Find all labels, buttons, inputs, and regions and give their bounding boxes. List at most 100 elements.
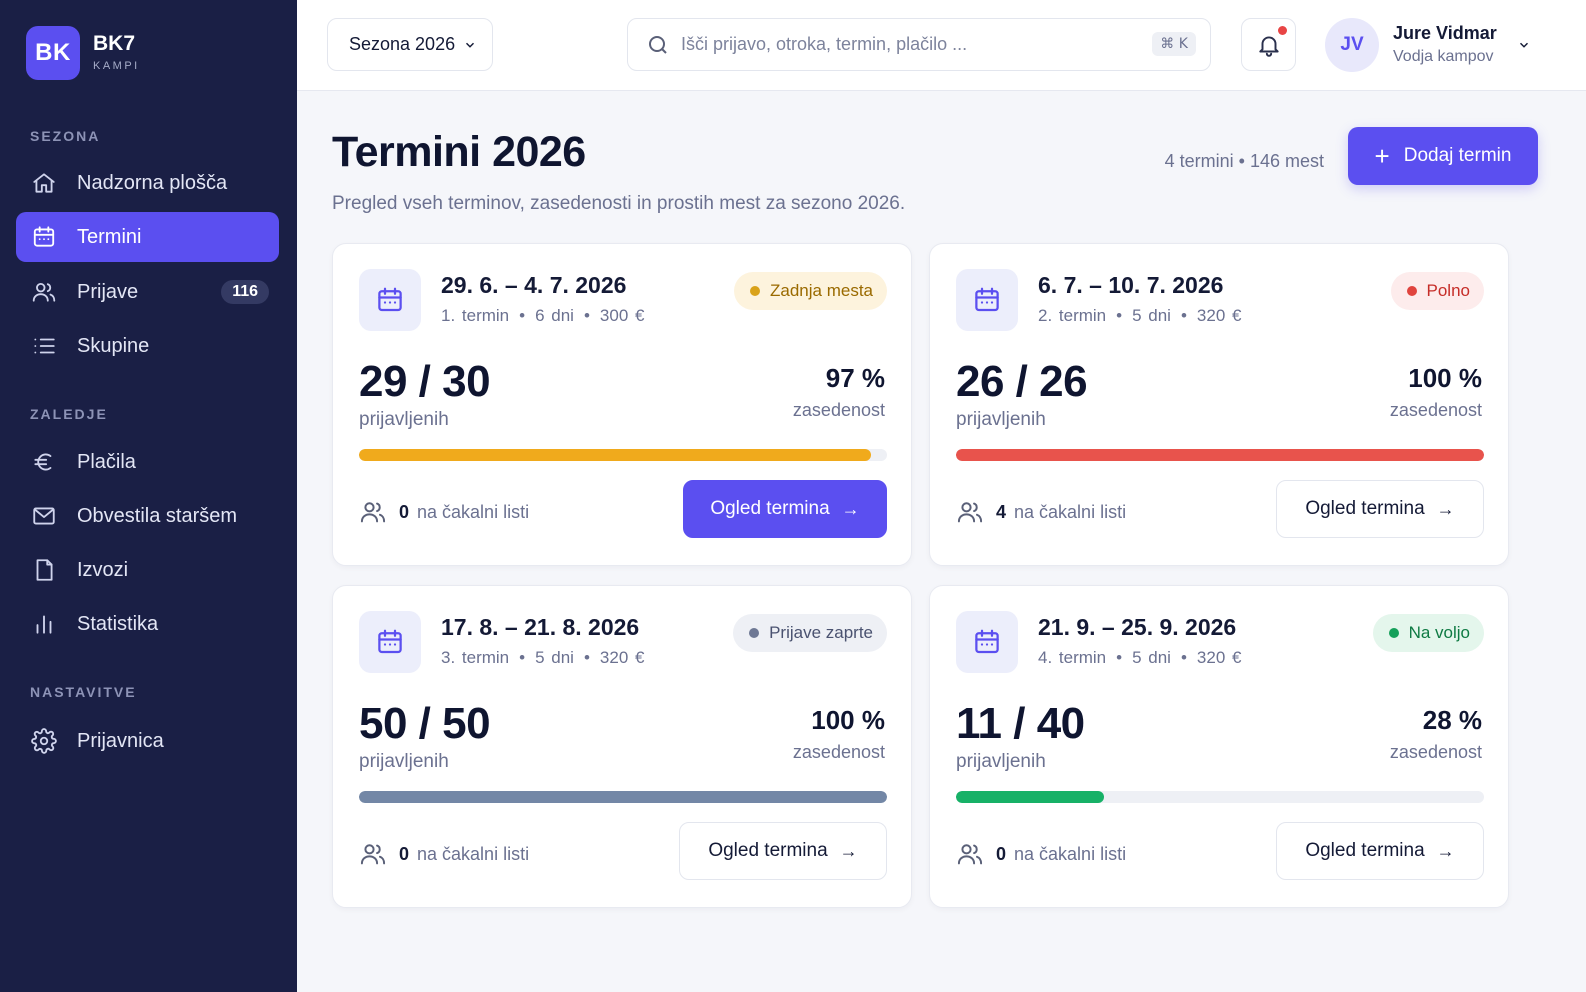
- term-date: 17. 8. – 21. 8. 2026: [441, 614, 640, 640]
- term-date: 6. 7. – 10. 7. 2026: [1038, 272, 1224, 298]
- view-term-button-label: Ogled termina: [1305, 498, 1425, 519]
- term-number: 1. termin: [441, 306, 510, 325]
- file-icon: [30, 556, 58, 584]
- arrow-right-icon: →: [1436, 840, 1455, 861]
- view-term-button-label: Ogled termina: [708, 840, 828, 861]
- plus-icon: +: [1374, 141, 1390, 171]
- registered-count: 26 / 26: [956, 357, 1088, 406]
- calendar-icon: [975, 287, 999, 312]
- occupancy-progress-fill: [956, 791, 1104, 803]
- occupancy-label: zasedenost: [792, 742, 885, 762]
- term-duration: 5 dni: [1132, 306, 1171, 325]
- sidebar-item-skupine[interactable]: Skupine: [16, 321, 279, 371]
- occupancy-label: zasedenost: [1389, 400, 1482, 420]
- registered-count: 11 / 40: [956, 699, 1085, 748]
- waitlist-count: 0: [399, 843, 410, 864]
- term-calendar-badge: [359, 269, 421, 331]
- prijave-count-badge: 116: [221, 280, 269, 304]
- term-number: 2. termin: [1038, 306, 1107, 325]
- term-price: 320 €: [1196, 648, 1242, 667]
- add-term-button-label: Dodaj termin: [1403, 145, 1512, 166]
- status-badge: Prijave zaprte: [733, 614, 887, 652]
- waitlist-count: 0: [996, 843, 1007, 864]
- status-dot: [750, 286, 760, 296]
- user-menu[interactable]: JV Jure Vidmar Vodja kampov: [1325, 18, 1529, 72]
- page-subtitle: Pregled vseh terminov, zasedenosti in pr…: [332, 193, 906, 214]
- page-title: Termini 2026: [332, 128, 586, 176]
- add-term-button[interactable]: + Dodaj termin: [1348, 127, 1538, 185]
- chevron-down-icon: [466, 42, 475, 48]
- term-card: 17. 8. – 21. 8. 2026 3. termin • 5 dni • 320…: [332, 585, 912, 908]
- term-card: 6. 7. – 10. 7. 2026 2. termin • 5 dni • 320 …: [929, 243, 1509, 566]
- status-dot: [1388, 628, 1399, 638]
- waitlist-info: 0 na čakalni listi: [359, 498, 529, 526]
- mail-icon: [30, 502, 58, 530]
- sidebar-item-statistika[interactable]: Statistika: [16, 599, 279, 649]
- status-label: Zadnja mesta: [770, 281, 873, 300]
- calendar-icon: [378, 287, 402, 312]
- gear-icon: [30, 727, 58, 755]
- term-number: 4. termin: [1038, 648, 1107, 667]
- status-badge: Zadnja mesta: [734, 272, 887, 310]
- occupancy-progress-bar: [359, 449, 887, 461]
- sidebar-item-label: Nadzorna plošča: [77, 171, 228, 194]
- brand-name: BK7: [93, 32, 136, 55]
- sidebar-item-placila[interactable]: Plačila: [16, 437, 279, 487]
- registered-label: prijavljenih: [359, 409, 449, 430]
- waitlist-info: 4 na čakalni listi: [956, 498, 1126, 526]
- sidebar: BK BK7 KAMPI SEZONA Nadzorna plošča Term…: [0, 0, 297, 992]
- sidebar-item-label: Obvestila staršem: [77, 504, 238, 527]
- view-term-button[interactable]: Ogled termina →: [679, 822, 887, 880]
- arrow-right-icon: →: [839, 840, 858, 861]
- season-select[interactable]: Sezona 2026: [327, 18, 493, 71]
- status-dot: [1406, 286, 1417, 296]
- status-label: Polno: [1426, 281, 1470, 300]
- occupancy-label: zasedenost: [1389, 742, 1482, 762]
- brand[interactable]: BK BK7 KAMPI: [26, 26, 140, 80]
- occupancy-progress-bar: [956, 449, 1484, 461]
- sidebar-item-izvozi[interactable]: Izvozi: [16, 545, 279, 595]
- status-badge: Na voljo: [1372, 614, 1484, 652]
- sidebar-item-label: Skupine: [77, 334, 150, 357]
- sidebar-item-termini[interactable]: Termini: [16, 212, 279, 262]
- occupancy-percent: 100 %: [811, 705, 885, 735]
- search-shortcut-hint: ⌘ K: [1152, 32, 1196, 56]
- users-icon: [360, 502, 386, 523]
- waitlist-info: 0 na čakalni listi: [359, 840, 529, 868]
- term-card: 29. 6. – 4. 7. 2026 1. termin • 6 dni • 300 …: [332, 243, 912, 566]
- bell-icon: [1258, 35, 1279, 57]
- nav-section-sezona: SEZONA: [30, 128, 101, 144]
- users-icon: [957, 844, 983, 865]
- view-term-button[interactable]: Ogled termina →: [683, 480, 887, 538]
- view-term-button[interactable]: Ogled termina →: [1276, 480, 1484, 538]
- occupancy-progress-fill: [359, 791, 887, 803]
- term-calendar-badge: [956, 269, 1018, 331]
- notifications-button[interactable]: [1241, 18, 1296, 71]
- waitlist-count: 4: [996, 501, 1007, 522]
- view-term-button-label: Ogled termina: [1305, 840, 1425, 861]
- sidebar-item-prijave[interactable]: Prijave 116: [16, 267, 279, 317]
- sidebar-item-obvestila-starsem[interactable]: Obvestila staršem: [16, 491, 279, 541]
- waitlist-count: 0: [399, 501, 410, 522]
- waitlist-label: na čakalni listi: [1014, 501, 1127, 522]
- search-bar[interactable]: ⌘ K: [627, 18, 1211, 71]
- occupancy-percent: 100 %: [1408, 363, 1482, 393]
- occupancy-progress-fill: [956, 449, 1484, 461]
- status-label: Prijave zaprte: [769, 623, 873, 642]
- search-icon: [649, 35, 667, 54]
- user-name: Jure Vidmar: [1393, 23, 1497, 43]
- search-input[interactable]: [681, 34, 1121, 55]
- season-select-value: Sezona 2026: [349, 34, 456, 54]
- sidebar-item-label: Plačila: [77, 450, 136, 473]
- brand-logo: BK: [26, 26, 80, 80]
- occupancy-progress-bar: [359, 791, 887, 803]
- sidebar-item-nadzorna-plosca[interactable]: Nadzorna plošča: [16, 158, 279, 208]
- arrow-right-icon: →: [1436, 498, 1455, 519]
- term-duration: 5 dni: [535, 648, 574, 667]
- status-dot: [749, 628, 760, 638]
- sidebar-item-prijavnica[interactable]: Prijavnica: [16, 716, 279, 766]
- view-term-button[interactable]: Ogled termina →: [1276, 822, 1484, 880]
- term-price: 320 €: [599, 648, 645, 667]
- waitlist-label: na čakalni listi: [417, 843, 530, 864]
- notification-unread-dot: [1278, 26, 1287, 35]
